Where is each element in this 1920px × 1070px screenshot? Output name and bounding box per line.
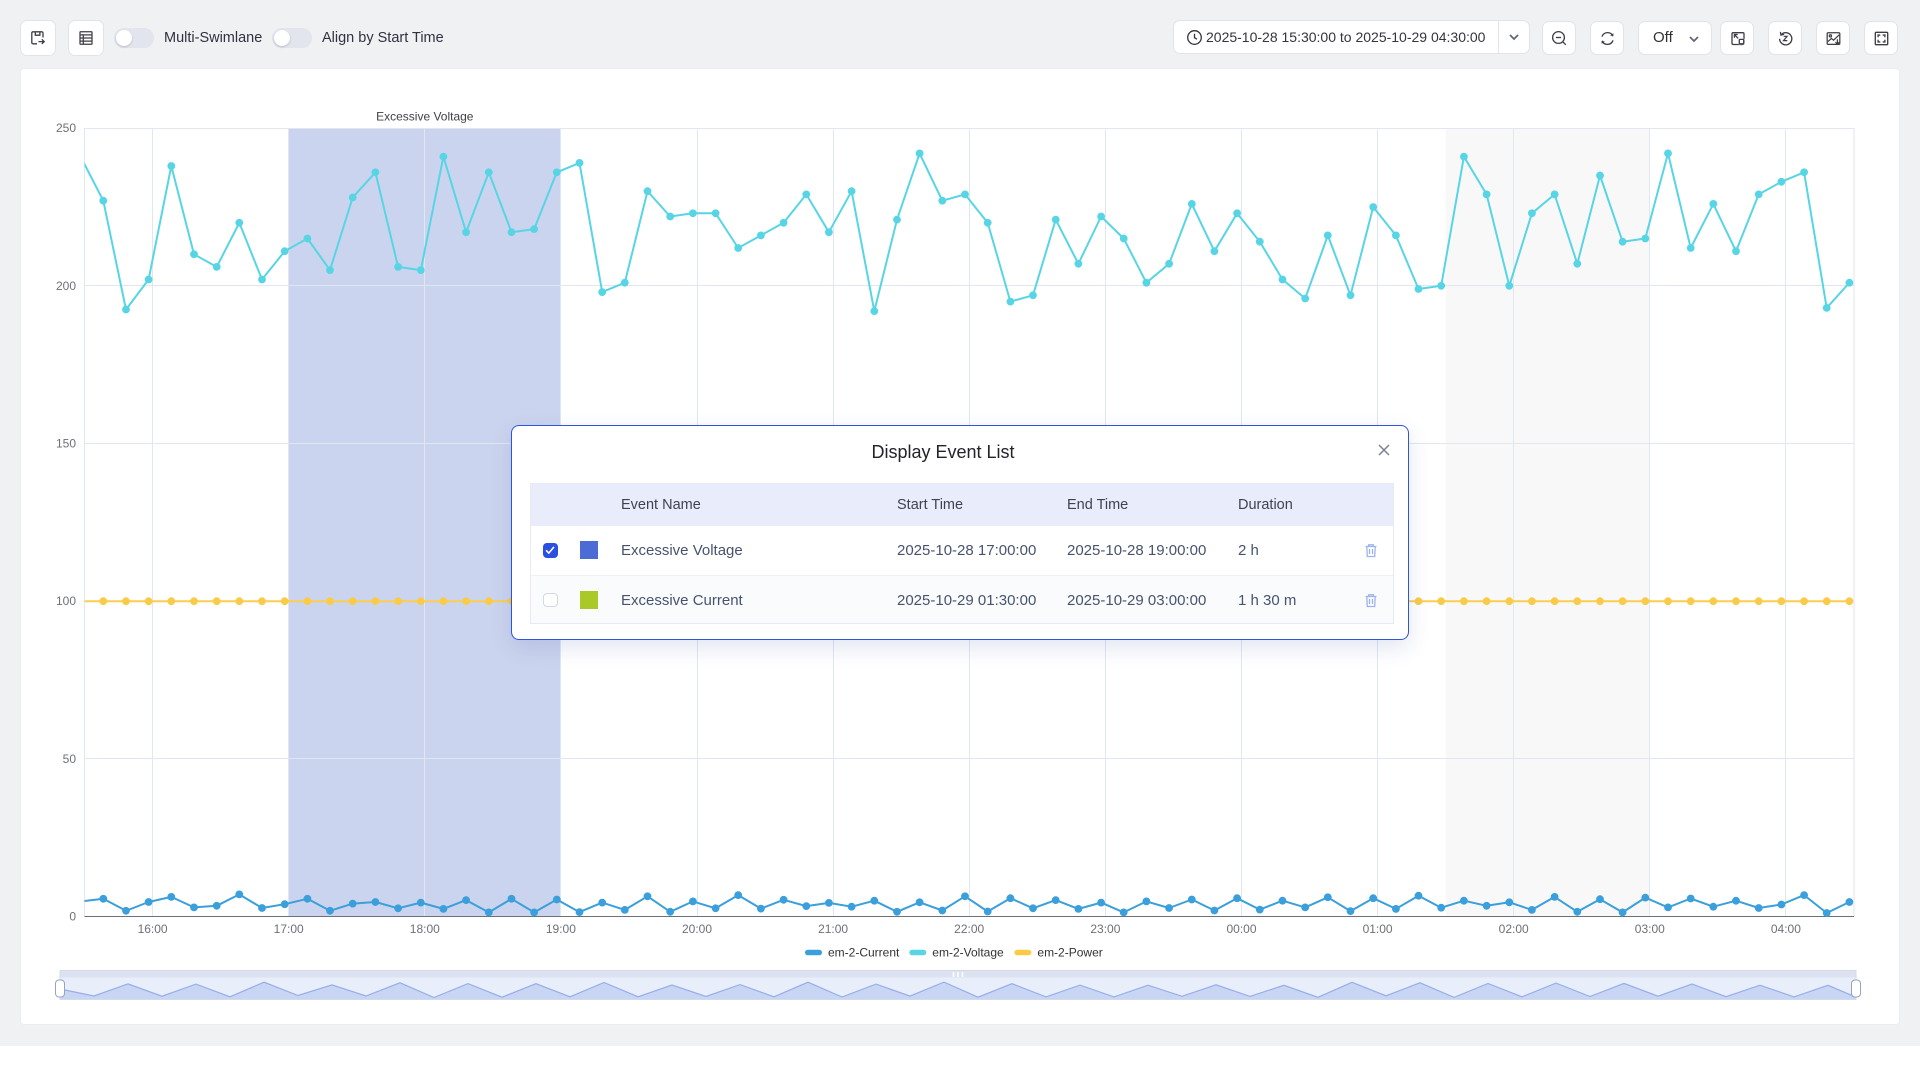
svg-text:250: 250 — [56, 121, 76, 135]
svg-text:04:00: 04:00 — [1771, 922, 1801, 936]
svg-text:150: 150 — [56, 437, 76, 451]
svg-text:21:00: 21:00 — [818, 922, 848, 936]
svg-text:em-2-Power: em-2-Power — [1037, 946, 1102, 960]
svg-text:17:00: 17:00 — [274, 922, 304, 936]
svg-text:16:00: 16:00 — [138, 922, 168, 936]
svg-text:01:00: 01:00 — [1363, 922, 1393, 936]
svg-text:03:00: 03:00 — [1635, 922, 1665, 936]
svg-text:19:00: 19:00 — [546, 922, 576, 936]
svg-text:0: 0 — [69, 910, 76, 924]
svg-text:100: 100 — [56, 594, 76, 608]
svg-text:02:00: 02:00 — [1499, 922, 1529, 936]
svg-text:20:00: 20:00 — [682, 922, 712, 936]
svg-text:em-2-Current: em-2-Current — [828, 946, 900, 960]
svg-text:200: 200 — [56, 279, 76, 293]
svg-text:22:00: 22:00 — [954, 922, 984, 936]
svg-text:23:00: 23:00 — [1090, 922, 1120, 936]
svg-text:00:00: 00:00 — [1226, 922, 1256, 936]
svg-text:em-2-Voltage: em-2-Voltage — [932, 946, 1004, 960]
svg-text:50: 50 — [63, 752, 77, 766]
svg-text:Excessive Voltage: Excessive Voltage — [376, 110, 474, 124]
svg-text:18:00: 18:00 — [410, 922, 440, 936]
